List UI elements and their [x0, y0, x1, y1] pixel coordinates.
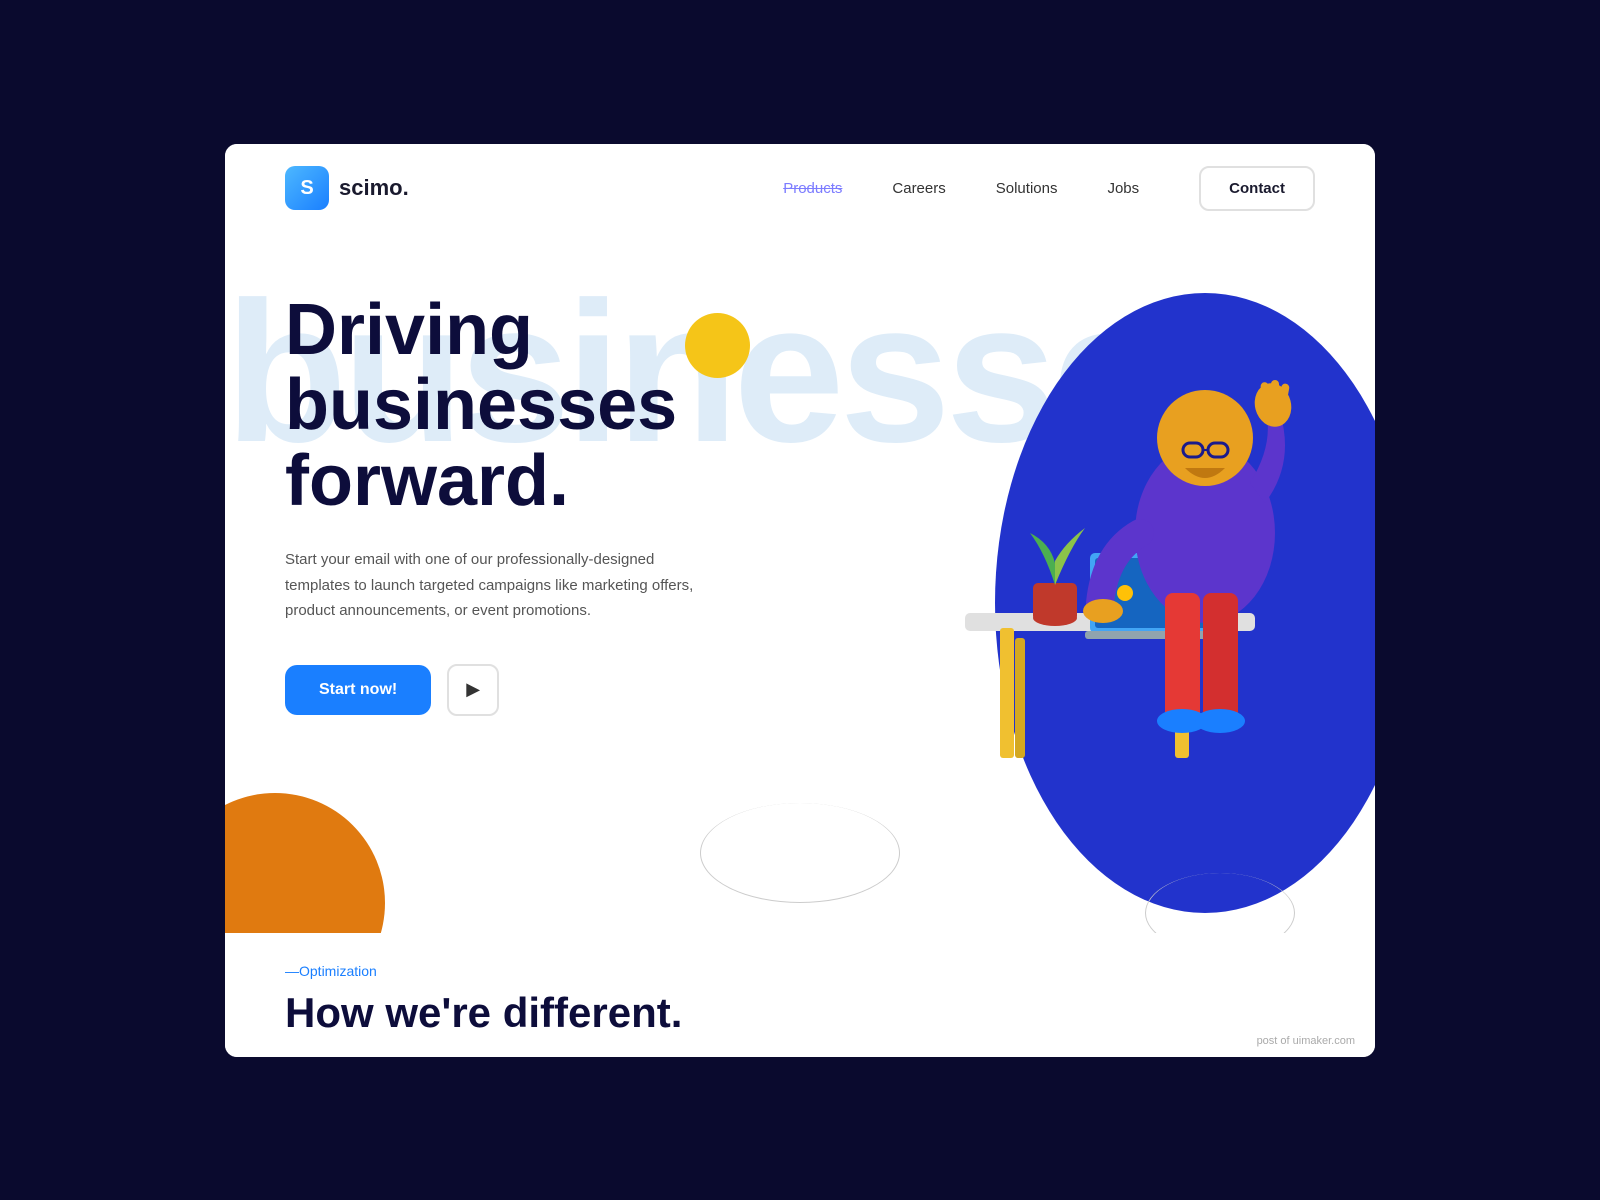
- play-icon: ▶: [466, 679, 480, 700]
- start-now-button[interactable]: Start now!: [285, 665, 431, 715]
- browser-frame: S scimo. Products Careers Solutions Jobs…: [225, 144, 1375, 1057]
- character-illustration: [935, 243, 1315, 823]
- nav-links: Products Careers Solutions Jobs: [783, 180, 1139, 197]
- hero-actions: Start now! ▶: [285, 664, 815, 716]
- hero-title: Driving businesses forward.: [285, 293, 815, 520]
- watermark: post of uimaker.com: [1257, 1035, 1355, 1047]
- nav-link-solutions[interactable]: Solutions: [996, 180, 1058, 197]
- how-different-title: How we're different.: [285, 989, 1315, 1037]
- bottom-section: —Optimization How we're different.: [225, 933, 1375, 1057]
- character-svg: [935, 243, 1315, 823]
- orange-circle-decoration: [225, 793, 385, 933]
- arc-decoration-bottom: [700, 803, 900, 903]
- navbar: S scimo. Products Careers Solutions Jobs…: [225, 144, 1375, 233]
- play-button[interactable]: ▶: [447, 664, 499, 716]
- logo-text: scimo.: [339, 175, 409, 201]
- nav-link-jobs[interactable]: Jobs: [1107, 180, 1139, 197]
- hero-subtitle: Start your email with one of our profess…: [285, 547, 705, 624]
- hero-section: businesses Driving businesses forward. S…: [225, 233, 1375, 933]
- nav-link-products[interactable]: Products: [783, 180, 842, 197]
- contact-button[interactable]: Contact: [1199, 166, 1315, 211]
- nav-link-careers[interactable]: Careers: [892, 180, 945, 197]
- logo[interactable]: S scimo.: [285, 166, 409, 210]
- hero-content: Driving businesses forward. Start your e…: [285, 253, 815, 716]
- logo-icon: S: [285, 166, 329, 210]
- optimization-label: —Optimization: [285, 963, 1315, 979]
